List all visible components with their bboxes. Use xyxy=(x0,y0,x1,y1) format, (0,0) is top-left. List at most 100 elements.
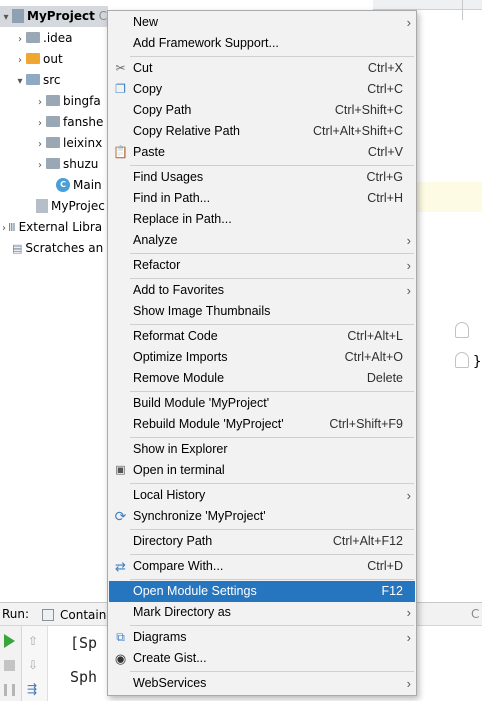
menu-item-label: Optimize Imports xyxy=(133,350,228,364)
menu-item-optimize-imports[interactable]: Optimize Imports Ctrl+Alt+O xyxy=(109,347,415,368)
menu-item-local-history[interactable]: Local History › xyxy=(109,485,415,506)
chevron-right-icon: › xyxy=(406,15,411,30)
menu-item-label: Copy Path xyxy=(133,103,192,117)
chevron-right-icon[interactable]: › xyxy=(14,29,26,50)
chevron-down-icon[interactable]: ▾ xyxy=(14,71,26,92)
pause-icon[interactable] xyxy=(4,684,15,696)
menu-item-remove-module[interactable]: Remove Module Delete xyxy=(109,368,415,389)
menu-item-label: Copy Relative Path xyxy=(133,124,241,138)
menu-item-paste[interactable]: 📋 Paste Ctrl+V xyxy=(109,142,415,163)
menu-separator xyxy=(130,579,414,580)
tree-item-iml-file[interactable]: MyProjec xyxy=(36,196,105,217)
menu-item-shortcut: Ctrl+G xyxy=(366,170,403,184)
stop-icon[interactable] xyxy=(4,660,15,671)
menu-item-compare-with[interactable]: ⇄ Compare With... Ctrl+D xyxy=(109,556,415,577)
package-icon xyxy=(46,158,60,169)
menu-separator xyxy=(130,165,414,166)
menu-item-build-module[interactable]: Build Module 'MyProject' xyxy=(109,393,415,414)
menu-item-shortcut: Ctrl+X xyxy=(367,61,403,75)
menu-item-label: Paste xyxy=(133,145,165,159)
menu-item-synchronize[interactable]: ⟳ Synchronize 'MyProject' xyxy=(109,506,415,527)
tree-item-scratches[interactable]: ▤ Scratches an xyxy=(12,238,103,259)
menu-item-rebuild-module[interactable]: Rebuild Module 'MyProject' Ctrl+Shift+F9 xyxy=(109,414,415,435)
fold-marker-icon[interactable] xyxy=(455,352,469,368)
menu-item-copy-relative-path[interactable]: Copy Relative Path Ctrl+Alt+Shift+C xyxy=(109,121,415,142)
menu-item-label: Local History xyxy=(133,488,206,502)
tree-item-idea[interactable]: › .idea xyxy=(14,28,73,49)
tree-item-package[interactable]: › shuzu xyxy=(34,154,98,175)
editor-code-brace: } xyxy=(473,354,482,370)
menu-item-reformat-code[interactable]: Reformat Code Ctrl+Alt+L xyxy=(109,326,415,347)
menu-item-copy[interactable]: ❐ Copy Ctrl+C xyxy=(109,79,415,100)
chevron-right-icon: › xyxy=(406,258,411,273)
menu-item-shortcut: Ctrl+H xyxy=(367,191,403,205)
module-folder-icon xyxy=(12,8,24,23)
menu-item-refactor[interactable]: Refactor › xyxy=(109,255,415,276)
menu-item-shortcut: Delete xyxy=(366,371,403,385)
tree-root-label: MyProject xyxy=(27,9,95,23)
chevron-right-icon[interactable]: › xyxy=(14,50,26,71)
github-icon: ◉ xyxy=(114,651,127,666)
chevron-right-icon: › xyxy=(406,630,411,645)
run-header-right-text: C xyxy=(471,607,480,621)
menu-item-webservices[interactable]: WebServices › xyxy=(109,673,415,694)
chevron-right-icon[interactable]: › xyxy=(34,155,46,176)
menu-item-open-in-terminal[interactable]: ▣ Open in terminal xyxy=(109,460,415,481)
folder-icon xyxy=(26,53,40,64)
menu-item-create-gist[interactable]: ◉ Create Gist... xyxy=(109,648,415,669)
arrow-down-icon[interactable]: ⇩ xyxy=(28,658,38,672)
chevron-right-icon[interactable]: › xyxy=(34,113,46,134)
menu-item-find-in-path[interactable]: Find in Path... Ctrl+H xyxy=(109,188,415,209)
menu-item-open-module-settings[interactable]: Open Module Settings F12 xyxy=(109,581,415,602)
tree-item-label: Main xyxy=(73,178,102,192)
tree-item-label: leixinx xyxy=(63,136,103,150)
tree-item-src[interactable]: ▾ src xyxy=(14,70,61,92)
run-icon[interactable] xyxy=(4,634,15,648)
menu-item-add-to-favorites[interactable]: Add to Favorites › xyxy=(109,280,415,301)
menu-item-cut[interactable]: ✂ Cut Ctrl+X xyxy=(109,58,415,79)
package-icon xyxy=(46,137,60,148)
tree-item-label: out xyxy=(43,52,63,66)
folder-icon xyxy=(26,32,40,43)
fold-marker-icon[interactable] xyxy=(455,322,469,338)
menu-separator xyxy=(130,253,414,254)
menu-item-label: Rebuild Module 'MyProject' xyxy=(133,417,284,431)
menu-item-find-usages[interactable]: Find Usages Ctrl+G xyxy=(109,167,415,188)
chevron-right-icon[interactable]: › xyxy=(0,218,8,239)
tree-item-package[interactable]: › leixinx xyxy=(34,133,102,154)
chevron-right-icon[interactable]: › xyxy=(34,92,46,113)
arrow-up-icon[interactable]: ⇧ xyxy=(28,634,38,648)
menu-item-shortcut: Ctrl+V xyxy=(367,145,403,159)
chevron-right-icon: › xyxy=(406,283,411,298)
menu-item-label: Show in Explorer xyxy=(133,442,228,456)
menu-item-analyze[interactable]: Analyze › xyxy=(109,230,415,251)
soft-wrap-icon[interactable]: ⇶ xyxy=(27,682,37,696)
run-tab[interactable]: Containe xyxy=(40,605,114,625)
tree-item-package[interactable]: › fanshe xyxy=(34,112,103,133)
tree-item-main-class[interactable]: C Main xyxy=(56,175,102,196)
menu-item-copy-path[interactable]: Copy Path Ctrl+Shift+C xyxy=(109,100,415,121)
menu-separator xyxy=(130,56,414,57)
class-icon: C xyxy=(56,177,70,192)
menu-item-new[interactable]: New › xyxy=(109,12,415,33)
tree-item-label: .idea xyxy=(43,31,73,45)
tree-item-label: src xyxy=(43,73,61,87)
menu-item-show-in-explorer[interactable]: Show in Explorer xyxy=(109,439,415,460)
menu-item-directory-path[interactable]: Directory Path Ctrl+Alt+F12 xyxy=(109,531,415,552)
menu-item-diagrams[interactable]: ⧉ Diagrams › xyxy=(109,627,415,648)
tree-item-package[interactable]: › bingfa xyxy=(34,91,101,112)
menu-item-replace-in-path[interactable]: Replace in Path... xyxy=(109,209,415,230)
chevron-down-icon[interactable]: ▾ xyxy=(0,7,12,28)
chevron-right-icon[interactable]: › xyxy=(34,134,46,155)
diagram-icon: ⧉ xyxy=(116,630,125,644)
menu-item-show-image-thumbnails[interactable]: Show Image Thumbnails xyxy=(109,301,415,322)
tree-root-myproject[interactable]: ▾ MyProject C xyxy=(0,6,108,27)
menu-item-label: Remove Module xyxy=(133,371,225,385)
menu-item-add-framework-support[interactable]: Add Framework Support... xyxy=(109,33,415,54)
menu-item-mark-directory-as[interactable]: Mark Directory as › xyxy=(109,602,415,623)
tree-item-out[interactable]: › out xyxy=(14,49,63,70)
tree-item-external-libraries[interactable]: › Ⅲ External Libra xyxy=(0,217,102,238)
compare-icon: ⇄ xyxy=(115,559,126,574)
package-icon xyxy=(46,116,60,127)
menu-item-label: Compare With... xyxy=(133,559,224,573)
